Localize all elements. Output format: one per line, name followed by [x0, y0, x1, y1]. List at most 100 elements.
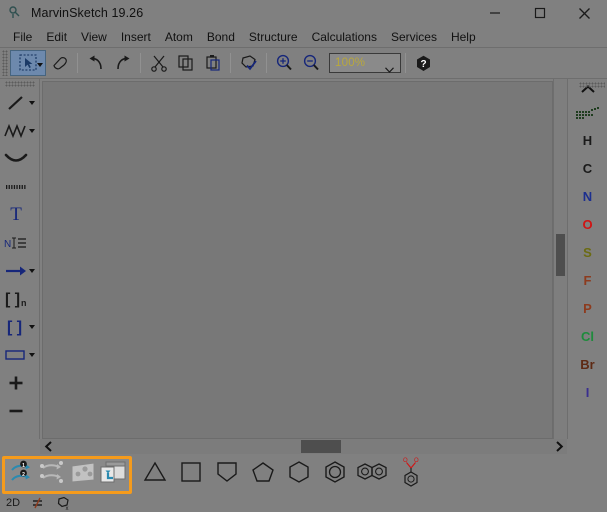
chevron-down-icon[interactable] [29, 353, 35, 357]
element-button-i[interactable]: I [568, 378, 607, 406]
nitrobenzene-template[interactable]: O O [396, 457, 426, 491]
menu-item-bond[interactable]: Bond [200, 28, 242, 46]
scroll-track[interactable] [56, 439, 551, 454]
svg-text:1: 1 [22, 463, 25, 469]
copy-button[interactable] [172, 50, 199, 76]
scroll-thumb[interactable] [556, 234, 565, 276]
selection-tool[interactable] [10, 50, 46, 76]
chevron-right-icon[interactable] [551, 439, 567, 454]
rectangle-icon [3, 343, 29, 367]
rectangle-tool[interactable] [0, 341, 39, 369]
chain-tool[interactable] [0, 117, 39, 145]
cyclopropane-template[interactable] [140, 457, 170, 491]
menu-item-calculations[interactable]: Calculations [305, 28, 384, 46]
zoom-level-dropdown[interactable]: 100% [329, 53, 401, 73]
right-palette-grip[interactable] [579, 82, 605, 88]
paste-button[interactable] [199, 50, 226, 76]
menu-item-edit[interactable]: Edit [39, 28, 74, 46]
zigzag-chain-icon [3, 119, 29, 143]
chevron-down-icon[interactable] [29, 129, 35, 133]
cyclopentane-template[interactable] [248, 457, 278, 491]
menu-item-services[interactable]: Services [384, 28, 444, 46]
element-button-h[interactable]: H [568, 126, 607, 154]
element-button-p[interactable]: P [568, 294, 607, 322]
element-button-o[interactable]: O [568, 210, 607, 238]
cut-button[interactable] [145, 50, 172, 76]
element-button-n[interactable]: N [568, 182, 607, 210]
chevron-down-icon[interactable] [37, 63, 43, 67]
brackets-icon: [ ] [3, 315, 29, 339]
element-button-s[interactable]: S [568, 238, 607, 266]
chirality-flag-icon[interactable] [32, 497, 44, 509]
naphthalene-template[interactable] [356, 457, 390, 491]
3d-view-button[interactable] [68, 460, 98, 490]
pentagon-home-icon [216, 461, 238, 488]
drawing-canvas[interactable] [42, 81, 553, 439]
menu-item-insert[interactable]: Insert [114, 28, 158, 46]
periodic-table-icon[interactable] [568, 100, 607, 126]
eraser-tool[interactable] [46, 50, 73, 76]
menu-item-atom[interactable]: Atom [158, 28, 200, 46]
bracket-tool[interactable]: [ ] [0, 313, 39, 341]
cyclobutane-template[interactable] [176, 457, 206, 491]
structure-check-icon [239, 54, 258, 72]
no-structure-icon[interactable]: x [56, 496, 71, 511]
canvas-vertical-scrollbar[interactable] [553, 79, 567, 439]
arrow-tool[interactable] [0, 257, 39, 285]
structure-check-button[interactable] [235, 50, 262, 76]
svg-text:?: ? [420, 59, 426, 70]
canvas-horizontal-scrollbar[interactable] [40, 439, 567, 454]
arc-tool[interactable] [0, 145, 39, 173]
menu-item-structure[interactable]: Structure [242, 28, 305, 46]
undo-icon [86, 54, 106, 72]
scroll-thumb[interactable] [301, 440, 341, 453]
atom-label-tool[interactable]: N [0, 229, 39, 257]
reaction-mapping-auto-button[interactable] [38, 460, 68, 490]
text-tool[interactable]: T [0, 201, 39, 229]
menu-item-help[interactable]: Help [444, 28, 483, 46]
brackets-n-icon: [ ] n [3, 287, 29, 311]
chevron-left-icon[interactable] [40, 439, 56, 454]
toolbar-separator [266, 53, 267, 73]
benzene-template[interactable] [320, 457, 350, 491]
zoom-out-button[interactable] [298, 50, 325, 76]
minus-tool[interactable] [0, 397, 39, 425]
hexagon-icon [287, 460, 311, 489]
chevron-down-icon[interactable] [385, 60, 394, 66]
svg-text:N: N [4, 239, 11, 250]
element-button-c[interactable]: C [568, 154, 607, 182]
chevron-down-icon[interactable] [29, 325, 35, 329]
close-icon[interactable] [562, 0, 607, 26]
help-button[interactable]: ? [410, 50, 437, 76]
element-label: N [583, 189, 592, 204]
home-plate-template[interactable] [212, 457, 242, 491]
numbered-arrows-icon: 1 2 [9, 459, 37, 492]
svg-text:n: n [21, 298, 27, 308]
maximize-icon[interactable] [517, 0, 562, 26]
chevron-down-icon[interactable] [29, 269, 35, 273]
undo-button[interactable] [82, 50, 109, 76]
toolbar-grip[interactable] [2, 50, 8, 76]
element-button-br[interactable]: Br [568, 350, 607, 378]
periodic-table-palette: H C N O S F P Cl Br I [567, 79, 607, 439]
minimize-icon[interactable] [472, 0, 517, 26]
element-button-cl[interactable]: Cl [568, 322, 607, 350]
triangle-icon [143, 461, 167, 488]
zoom-in-button[interactable] [271, 50, 298, 76]
plus-tool[interactable] [0, 369, 39, 397]
element-label: C [583, 161, 592, 176]
menu-item-view[interactable]: View [74, 28, 114, 46]
chevron-down-icon[interactable] [29, 101, 35, 105]
svg-text:[ ]: [ ] [5, 291, 20, 308]
element-button-f[interactable]: F [568, 266, 607, 294]
cyclohexane-template[interactable] [284, 457, 314, 491]
reaction-mapping-button[interactable]: 1 2 [8, 460, 38, 490]
redo-button[interactable] [109, 50, 136, 76]
dashed-line-tool[interactable] [0, 173, 39, 201]
menu-item-file[interactable]: File [6, 28, 39, 46]
help-question-icon: ? [415, 55, 432, 72]
single-bond-tool[interactable] [0, 89, 39, 117]
window-refresh-button[interactable] [98, 460, 128, 490]
repeating-unit-tool[interactable]: [ ] n [0, 285, 39, 313]
left-palette-grip[interactable] [5, 81, 35, 87]
